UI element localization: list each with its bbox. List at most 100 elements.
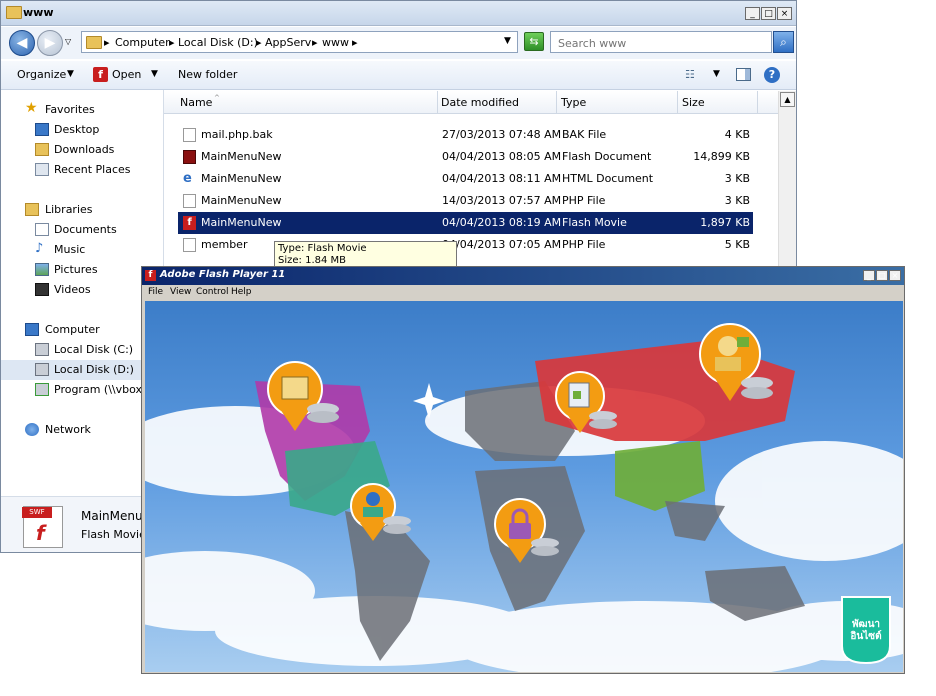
vertical-scrollbar[interactable]: ▲ [778, 91, 796, 271]
list-item-clipped [178, 113, 753, 119]
close-button[interactable]: × [777, 7, 792, 20]
chevron-down-icon[interactable]: ▼ [67, 69, 74, 79]
maximize-button[interactable]: □ [876, 270, 888, 281]
breadcrumb-arrow-icon[interactable]: ▸ [169, 36, 175, 49]
star-icon: ★ [25, 100, 38, 116]
nav-videos[interactable]: Videos [1, 280, 163, 300]
downloads-folder-icon [35, 143, 49, 156]
nav-favorites[interactable]: ★ Favorites [1, 100, 163, 120]
details-pane: SWF f MainMenuN Flash Movie [1, 496, 163, 552]
forward-arrow-icon[interactable]: ▶ [37, 30, 63, 56]
file-row-selected[interactable]: f MainMenuNew 04/04/2013 08:19 AM Flash … [178, 212, 753, 234]
file-list-header: Name ^ Date modified Type Size [164, 91, 778, 114]
details-file-type: Flash Movie [81, 528, 146, 541]
back-arrow-icon[interactable]: ◀ [9, 30, 35, 56]
column-divider[interactable] [556, 91, 557, 113]
file-tooltip: Type: Flash Movie Size: 1.84 MB [274, 241, 457, 269]
search-input[interactable] [556, 33, 760, 53]
flash-logo-icon: f [36, 521, 45, 545]
organize-button[interactable]: Organize [17, 68, 66, 81]
search-box[interactable] [550, 31, 772, 53]
nav-computer[interactable]: Computer [1, 320, 163, 340]
file-row[interactable]: e MainMenuNew 04/04/2013 08:11 AM HTML D… [178, 168, 753, 190]
file-row[interactable]: MainMenuNew 14/03/2013 07:57 AM PHP File… [178, 190, 753, 212]
menu-control[interactable]: Control [196, 287, 229, 297]
navigation-pane: ★ Favorites Desktop Downloads Recent Pla… [1, 90, 164, 494]
flash-title-bar[interactable]: f Adobe Flash Player 11 _ □ × [142, 267, 904, 285]
breadcrumb-computer[interactable]: Computer [115, 36, 170, 49]
videos-icon [35, 283, 49, 296]
tooltip-type: Type: Flash Movie [278, 243, 367, 254]
file-row[interactable]: mail.php.bak 27/03/2013 07:48 AM BAK Fil… [178, 124, 753, 146]
breadcrumb-arrow-icon[interactable]: ▸ [312, 36, 318, 49]
nav-pictures[interactable]: Pictures [1, 260, 163, 280]
nav-local-disk-d[interactable]: Local Disk (D:) [1, 360, 163, 380]
address-bar[interactable]: ▸ Computer ▸ Local Disk (D:) ▸ AppServ ▸… [81, 31, 518, 53]
open-button[interactable]: Open [112, 68, 141, 81]
nav-desktop[interactable]: Desktop [1, 120, 163, 140]
nav-recent-places[interactable]: Recent Places [1, 160, 163, 180]
breadcrumb-arrow-icon[interactable]: ▸ [104, 36, 110, 49]
breadcrumb-appserv[interactable]: AppServ [265, 36, 311, 49]
maximize-button[interactable]: □ [761, 7, 776, 20]
php-file-icon [183, 238, 196, 252]
drive-icon [35, 363, 49, 376]
column-divider[interactable] [437, 91, 438, 113]
nav-program-share[interactable]: Program (\\vboxsr [1, 380, 163, 400]
breadcrumb-arrow-icon[interactable]: ▸ [256, 36, 262, 49]
close-button[interactable]: × [889, 270, 901, 281]
column-type[interactable]: Type [561, 96, 586, 109]
flash-icon: f [93, 67, 108, 82]
command-bar: Organize ▼ f Open ▼ New folder ☷ ▼ ? [1, 61, 796, 90]
nav-libraries[interactable]: Libraries [1, 200, 163, 220]
folder-icon [86, 36, 102, 49]
explorer-title: www [23, 6, 54, 19]
view-options-icon[interactable]: ☷ [685, 68, 695, 81]
search-icon[interactable]: ⌕ [773, 31, 794, 53]
nav-network[interactable]: Network [1, 420, 163, 440]
swf-file-icon: f [183, 216, 196, 230]
html-file-icon: e [183, 171, 192, 186]
refresh-icon[interactable]: ⇆ [524, 32, 544, 51]
file-row[interactable]: MainMenuNew 04/04/2013 08:05 AM Flash Do… [178, 146, 753, 168]
column-divider[interactable] [677, 91, 678, 113]
address-dropdown-icon[interactable]: ▼ [504, 36, 511, 46]
logo-text-line: พัฒนา [851, 619, 881, 630]
nav-documents[interactable]: Documents [1, 220, 163, 240]
explorer-title-bar[interactable]: www _ □ × [1, 1, 796, 26]
column-size[interactable]: Size [682, 96, 705, 109]
music-icon: ♪ [35, 241, 44, 256]
chevron-down-icon[interactable]: ▼ [713, 69, 720, 79]
fla-file-icon [183, 150, 196, 164]
history-dropdown-icon[interactable]: ▽ [65, 37, 71, 46]
php-file-icon [183, 194, 196, 208]
drive-icon [35, 343, 49, 356]
menu-file[interactable]: File [148, 287, 163, 297]
chevron-down-icon[interactable]: ▼ [151, 69, 158, 79]
nav-downloads[interactable]: Downloads [1, 140, 163, 160]
nav-local-disk-c[interactable]: Local Disk (C:) [1, 340, 163, 360]
nav-music[interactable]: ♪ Music [1, 240, 163, 260]
menu-help[interactable]: Help [231, 287, 252, 297]
swf-file-icon: SWF f [22, 506, 63, 548]
network-icon [25, 423, 39, 436]
breadcrumb-local-disk[interactable]: Local Disk (D:) [178, 36, 258, 49]
new-folder-button[interactable]: New folder [178, 68, 237, 81]
computer-icon [25, 323, 39, 336]
world-map-scene [145, 323, 903, 672]
breadcrumb-arrow-icon[interactable]: ▸ [352, 36, 358, 49]
help-icon[interactable]: ? [764, 67, 780, 83]
flash-stage[interactable]: พัฒนา อินไซต์ [145, 301, 903, 672]
column-divider[interactable] [757, 91, 758, 113]
file-row[interactable]: member 04/04/2013 07:05 AM PHP File 5 KB [178, 234, 753, 256]
scroll-up-icon[interactable]: ▲ [780, 92, 795, 107]
preview-pane-icon[interactable] [736, 68, 751, 81]
breadcrumb-www[interactable]: www [322, 36, 349, 49]
minimize-button[interactable]: _ [745, 7, 760, 20]
minimize-button[interactable]: _ [863, 270, 875, 281]
column-name[interactable]: Name [180, 96, 212, 109]
column-date-modified[interactable]: Date modified [441, 96, 519, 109]
libraries-icon [25, 203, 39, 216]
menu-view[interactable]: View [170, 287, 191, 297]
folder-icon [6, 6, 22, 19]
